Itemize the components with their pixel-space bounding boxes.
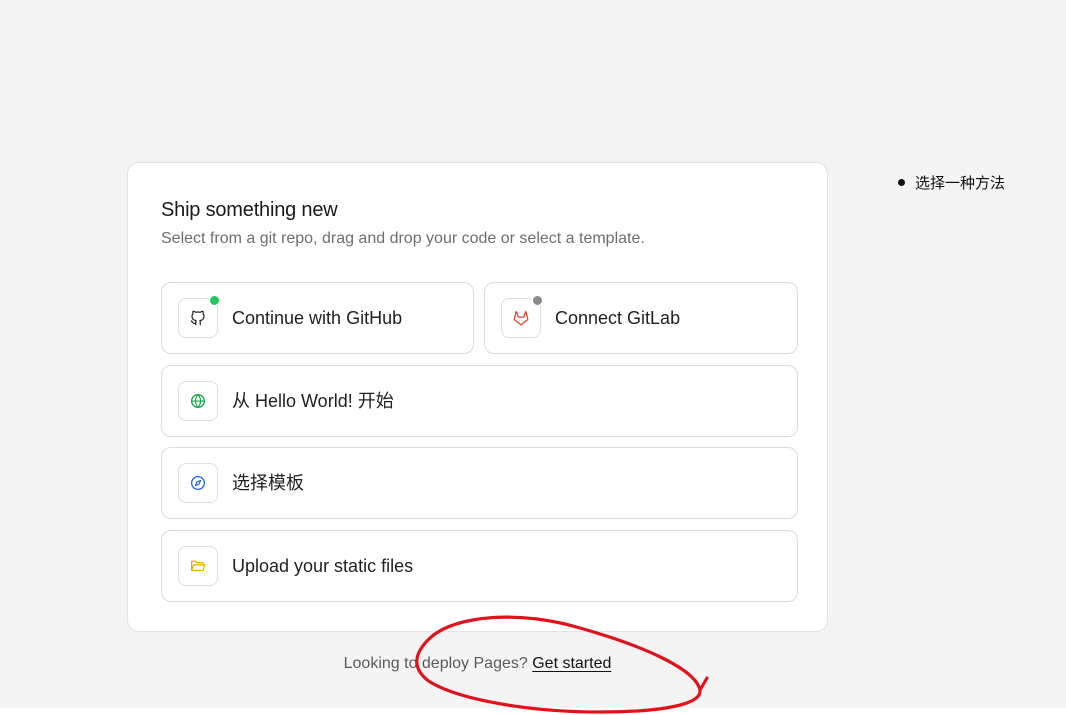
ship-card: Ship something new Select from a git rep… (127, 162, 828, 632)
upload-label: Upload your static files (232, 556, 414, 576)
upload-static-files-button[interactable]: Upload your static files (161, 530, 798, 602)
continue-with-github-button[interactable]: Continue with GitHub (161, 282, 474, 354)
globe-icon (190, 393, 206, 409)
github-icon-box (178, 295, 220, 338)
compass-icon (190, 475, 206, 491)
gitlab-icon-box (501, 295, 543, 338)
side-annotation-note: 选择一种方法 (898, 172, 1005, 193)
connect-gitlab-button[interactable]: Connect GitLab (484, 282, 798, 354)
footer-prompt: Looking to deploy Pages? (343, 655, 528, 672)
card-title: Ship something new (161, 199, 338, 221)
bullet-icon (898, 179, 905, 186)
gitlab-status-dot (532, 295, 543, 306)
github-label: Continue with GitHub (232, 308, 403, 328)
side-annotation-label: 选择一种方法 (915, 175, 1006, 192)
start-hello-world-button[interactable]: 从 Hello World! 开始 (161, 365, 798, 437)
folder-icon-box (178, 546, 218, 586)
gitlab-label: Connect GitLab (555, 308, 681, 328)
github-icon (190, 310, 205, 326)
get-started-link[interactable]: Get started (532, 655, 611, 672)
github-status-dot (209, 295, 220, 306)
hello-world-label: 从 Hello World! 开始 (232, 391, 394, 411)
footer-text: Looking to deploy Pages? Get started (0, 655, 955, 673)
folder-icon (191, 560, 206, 572)
globe-icon-box (178, 381, 218, 421)
gitlab-icon (513, 311, 529, 326)
compass-icon-box (178, 463, 218, 503)
template-label: 选择模板 (232, 473, 304, 493)
card-subtitle: Select from a git repo, drag and drop yo… (161, 230, 645, 247)
select-template-button[interactable]: 选择模板 (161, 447, 798, 519)
